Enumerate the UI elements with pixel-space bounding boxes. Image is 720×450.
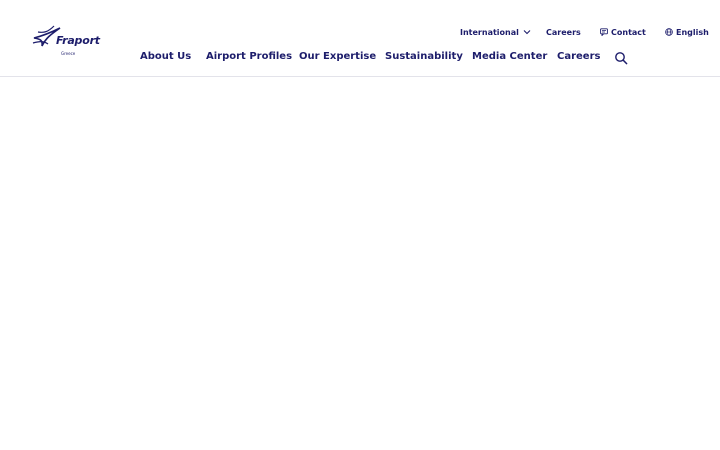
- search-icon[interactable]: [614, 50, 628, 65]
- site-header: Fraport Greece International Careers Con…: [0, 0, 720, 77]
- nav-item-about-us[interactable]: About Us: [140, 49, 191, 65]
- careers-top-label: Careers: [546, 27, 581, 37]
- international-dropdown[interactable]: International: [460, 24, 531, 40]
- language-label: English: [676, 27, 709, 37]
- nav-item-airport-profiles[interactable]: Airport Profiles: [206, 49, 292, 65]
- nav-item-our-expertise[interactable]: Our Expertise: [299, 49, 376, 65]
- fraport-logo[interactable]: Fraport Greece: [32, 22, 102, 58]
- globe-icon: [665, 28, 673, 36]
- language-selector[interactable]: English: [665, 24, 709, 40]
- logo-wordmark: Fraport: [56, 34, 100, 47]
- nav-item-media-center[interactable]: Media Center: [472, 49, 547, 65]
- page-content: [0, 77, 720, 450]
- international-label: International: [460, 27, 519, 37]
- logo-subtitle: Greece: [61, 51, 76, 56]
- chevron-down-icon: [523, 29, 531, 35]
- contact-label: Contact: [611, 27, 646, 37]
- chat-icon: [600, 28, 608, 36]
- contact-link[interactable]: Contact: [600, 24, 646, 40]
- nav-item-sustainability[interactable]: Sustainability: [385, 49, 463, 65]
- nav-item-careers[interactable]: Careers: [557, 49, 600, 65]
- careers-link-top[interactable]: Careers: [546, 24, 581, 40]
